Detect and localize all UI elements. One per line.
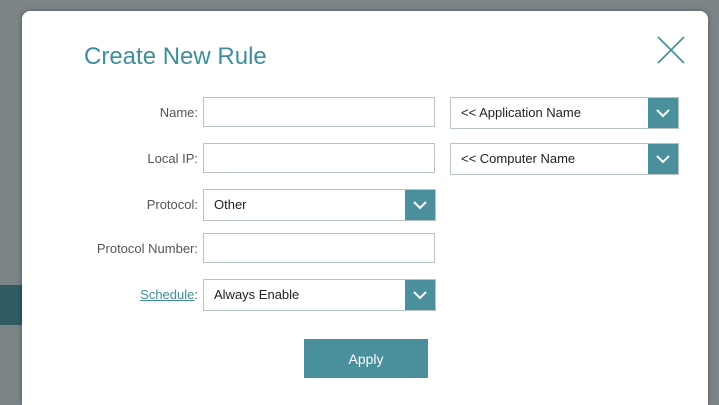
schedule-colon: : [194, 287, 198, 302]
chevron-down-icon [405, 280, 435, 310]
application-name-value: << Application Name [461, 105, 581, 120]
chevron-down-icon [648, 98, 678, 128]
protocol-number-label: Protocol Number: [96, 241, 198, 256]
protocol-value: Other [214, 197, 247, 212]
protocol-select[interactable]: Other [203, 189, 436, 221]
name-label: Name: [159, 105, 198, 120]
computer-name-select[interactable]: << Computer Name [450, 143, 679, 175]
schedule-label-wrap: Schedule: [22, 287, 198, 302]
schedule-select[interactable]: Always Enable [203, 279, 436, 311]
local-ip-label: Local IP: [147, 151, 198, 166]
local-ip-input[interactable] [203, 143, 435, 173]
schedule-value: Always Enable [214, 287, 300, 302]
protocol-number-input[interactable] [203, 233, 435, 263]
chevron-down-icon [648, 144, 678, 174]
create-rule-dialog: Create New Rule Name: << Application Nam… [22, 11, 708, 405]
protocol-label: Protocol: [146, 197, 198, 212]
name-input[interactable] [203, 97, 435, 127]
computer-name-value: << Computer Name [461, 151, 576, 166]
schedule-link[interactable]: Schedule [140, 287, 194, 302]
background-panel-strip [0, 285, 22, 325]
chevron-down-icon [405, 190, 435, 220]
close-icon[interactable] [656, 35, 686, 65]
apply-button[interactable]: Apply [304, 339, 428, 378]
application-name-select[interactable]: << Application Name [450, 97, 679, 129]
dialog-title: Create New Rule [84, 43, 267, 70]
